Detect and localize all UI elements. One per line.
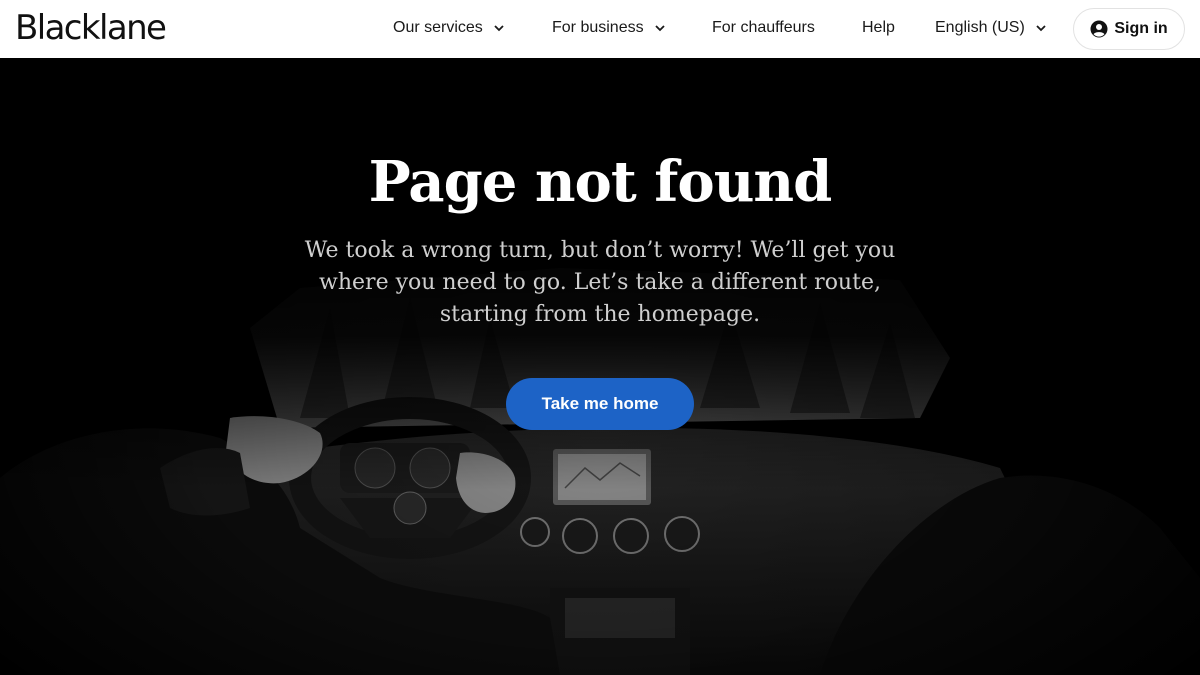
- user-circle-icon: [1090, 20, 1108, 38]
- sign-in-button[interactable]: Sign in: [1073, 8, 1185, 50]
- chevron-down-icon: [1035, 22, 1047, 34]
- nav-help-label: Help: [862, 19, 895, 36]
- sign-in-label: Sign in: [1114, 20, 1168, 37]
- language-selector[interactable]: English (US): [935, 17, 1047, 39]
- site-header: Blacklane Our services For business For …: [0, 0, 1200, 58]
- hero-section: Page not found We took a wrong turn, but…: [0, 58, 1200, 675]
- language-label: English (US): [935, 19, 1025, 36]
- nav-help[interactable]: Help: [862, 17, 895, 39]
- take-me-home-button[interactable]: Take me home: [506, 378, 694, 430]
- nav-for-business-label: For business: [552, 19, 644, 36]
- nav-for-business[interactable]: For business: [552, 17, 666, 39]
- chevron-down-icon: [654, 22, 666, 34]
- nav-our-services-label: Our services: [393, 19, 483, 36]
- nav-for-chauffeurs-label: For chauffeurs: [712, 19, 815, 36]
- nav-for-chauffeurs[interactable]: For chauffeurs: [712, 17, 815, 39]
- nav-our-services[interactable]: Our services: [393, 17, 505, 39]
- blacklane-logo[interactable]: Blacklane: [15, 8, 167, 48]
- chevron-down-icon: [493, 22, 505, 34]
- page-subtitle: We took a wrong turn, but don’t worry! W…: [304, 238, 896, 327]
- page-title: Page not found: [368, 149, 833, 215]
